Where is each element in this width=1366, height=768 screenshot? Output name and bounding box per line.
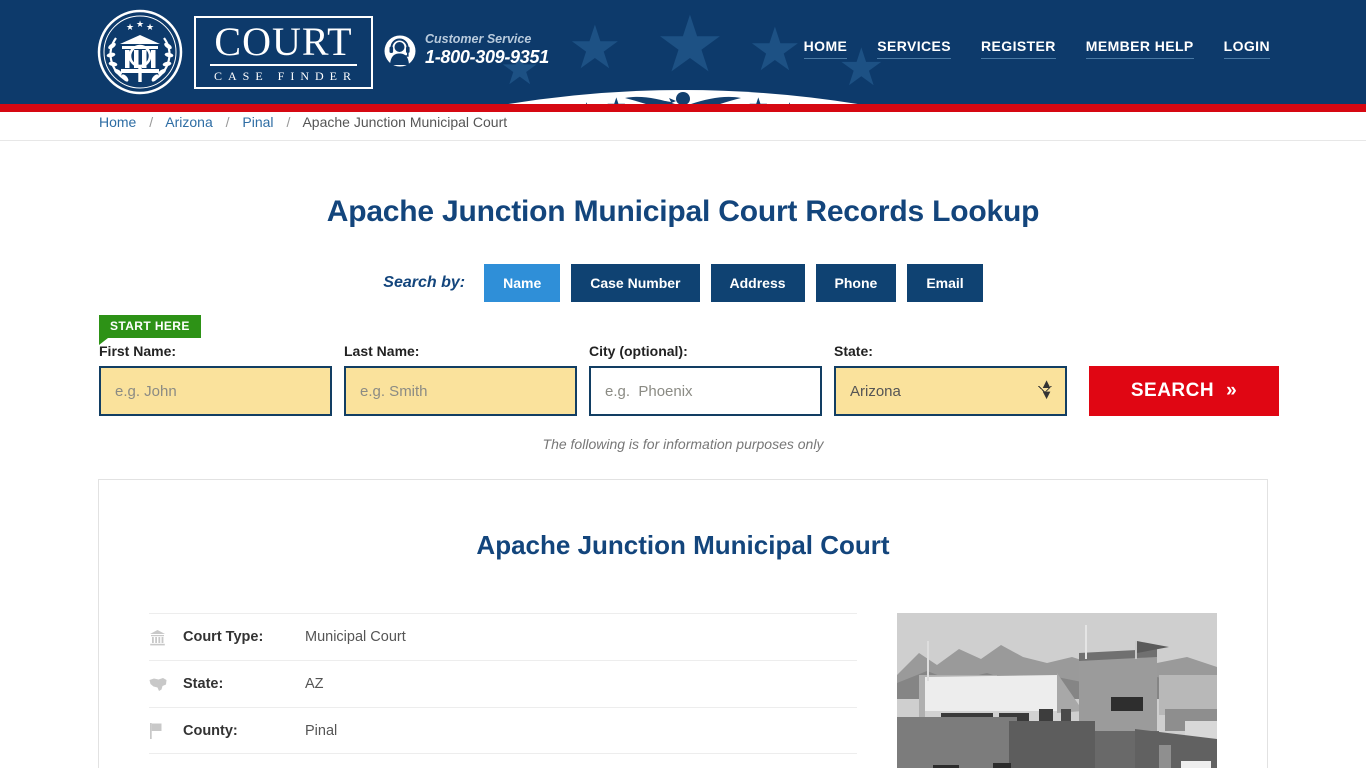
breadcrumb-item-home[interactable]: Home	[99, 114, 136, 130]
search-by-label: Search by:	[383, 274, 466, 291]
svg-text:★: ★	[606, 93, 627, 104]
county-label: County:	[183, 722, 238, 739]
site-header: ★ ★ ★ ★ ★ ★ ★ ★ COURT CASE FINDER Custom…	[0, 0, 1366, 104]
svg-text:★: ★	[748, 93, 769, 104]
state-field-group: State: Arizona ▲ ▼	[834, 343, 1067, 416]
main-navigation: HOME SERVICES REGISTER MEMBER HELP LOGIN	[803, 38, 1270, 59]
chevron-right-double-icon: »	[1226, 380, 1238, 401]
logo-secondary-text: CASE FINDER	[214, 68, 358, 83]
tab-name[interactable]: Name	[484, 264, 561, 302]
state-select[interactable]: Arizona	[834, 366, 1067, 416]
breadcrumb-separator: /	[225, 114, 230, 130]
customer-service-block: Customer Service 1-800-309-9351	[384, 32, 549, 69]
state-value: AZ	[305, 676, 324, 692]
customer-service-label: Customer Service	[425, 32, 532, 46]
state-label: State:	[834, 343, 873, 359]
flag-icon	[149, 722, 183, 739]
breadcrumb: Home / Arizona / Pinal / Apache Junction…	[99, 114, 507, 130]
courthouse-photo	[897, 613, 1217, 768]
headset-support-icon	[384, 35, 416, 67]
court-details-table: Court Type: Municipal Court State: AZ Co…	[149, 613, 857, 768]
search-form: START HERE First Name: Last Name: City (…	[0, 302, 1366, 416]
customer-service-phone[interactable]: 1-800-309-9351	[425, 47, 549, 69]
last-name-field-group: Last Name:	[344, 343, 577, 416]
search-button[interactable]: SEARCH »	[1089, 366, 1279, 416]
nav-login[interactable]: LOGIN	[1223, 38, 1270, 59]
court-name-title: Apache Junction Municipal Court	[476, 530, 890, 560]
eagle-stars-banner-icon: ★ ★ ★ ★ ★ ★	[403, 68, 963, 104]
tab-email[interactable]: Email	[907, 264, 983, 302]
search-by-tabs: Search by: Name Case Number Address Phon…	[0, 264, 1366, 302]
breadcrumb-item-arizona[interactable]: Arizona	[165, 114, 212, 130]
court-info-card: Apache Junction Municipal Court Court Ty…	[98, 479, 1268, 768]
first-name-label: First Name:	[99, 343, 177, 359]
last-name-label: Last Name:	[344, 343, 420, 359]
court-seal-icon: ★ ★ ★	[96, 8, 184, 96]
tab-case-number[interactable]: Case Number	[571, 264, 700, 302]
search-button-label: SEARCH	[1130, 380, 1215, 401]
court-info-body: Court Type: Municipal Court State: AZ Co…	[149, 613, 1217, 768]
nav-register[interactable]: REGISTER	[981, 38, 1056, 59]
site-logo[interactable]: ★ ★ ★ COURT CASE FINDER	[96, 8, 374, 96]
city-field-group: City (optional):	[589, 343, 822, 416]
first-name-input[interactable]	[99, 366, 332, 416]
page-title: Apache Junction Municipal Court Records …	[326, 195, 1040, 228]
city-label: City (optional):	[589, 343, 688, 359]
state-label-row: State:	[183, 676, 224, 692]
svg-text:★: ★	[146, 22, 154, 32]
first-name-field-group: First Name:	[99, 343, 332, 416]
city-input[interactable]	[589, 366, 822, 416]
us-map-icon	[149, 677, 183, 692]
table-row: State: AZ	[149, 660, 857, 707]
nav-home[interactable]: HOME	[803, 38, 848, 59]
breadcrumb-item-current: Apache Junction Municipal Court	[302, 114, 508, 130]
disclaimer-text: The following is for information purpose…	[542, 436, 824, 452]
nav-member-help[interactable]: MEMBER HELP	[1085, 38, 1194, 59]
county-value: Pinal	[305, 722, 338, 739]
tab-phone[interactable]: Phone	[815, 264, 897, 302]
court-type-value: Municipal Court	[305, 629, 406, 645]
red-divider-stripe	[0, 104, 1366, 112]
svg-text:★: ★	[136, 19, 144, 29]
logo-primary-text: COURT	[210, 21, 358, 66]
table-row: County: Pinal	[149, 707, 857, 754]
table-row: Court Type: Municipal Court	[149, 613, 857, 660]
tab-address[interactable]: Address	[710, 264, 805, 302]
breadcrumb-separator: /	[149, 114, 154, 130]
search-fields-row: First Name: Last Name: City (optional): …	[0, 302, 1366, 416]
court-type-label: Court Type:	[183, 629, 264, 645]
nav-services[interactable]: SERVICES	[877, 38, 952, 59]
breadcrumb-separator: /	[286, 114, 291, 130]
logo-wordmark: COURT CASE FINDER	[194, 15, 374, 89]
last-name-input[interactable]	[344, 366, 577, 416]
svg-text:★: ★	[126, 22, 134, 32]
bank-building-icon	[149, 629, 183, 646]
breadcrumb-item-pinal[interactable]: Pinal	[242, 114, 273, 130]
start-here-badge: START HERE	[99, 315, 201, 345]
